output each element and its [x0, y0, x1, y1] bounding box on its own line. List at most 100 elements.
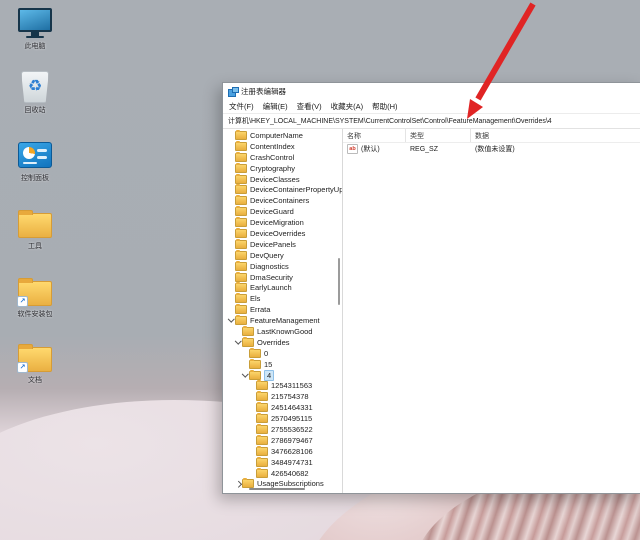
tree-item[interactable]: FeatureManagement	[223, 315, 342, 326]
tree-item[interactable]: 0	[223, 347, 342, 359]
tree-item[interactable]: 2570495115	[223, 413, 342, 424]
list-header: 名称 类型 数据	[343, 129, 640, 143]
tree-vertical-scrollbar[interactable]	[338, 258, 340, 305]
chevron-expanded-icon[interactable]	[234, 337, 242, 345]
desktop-icon-label: 工具	[28, 243, 42, 250]
folder-icon	[256, 402, 268, 413]
tree-item-label: CrashControl	[250, 152, 295, 162]
column-header-data[interactable]: 数据	[471, 129, 640, 142]
tree-item[interactable]: 4	[223, 369, 342, 381]
tree-item[interactable]: Cryptography	[223, 162, 342, 174]
folder-icon	[235, 151, 247, 162]
desktop-icon-label: 文档	[28, 377, 42, 384]
column-header-name[interactable]: 名称	[343, 129, 406, 142]
folder-icon	[256, 423, 268, 434]
column-header-type[interactable]: 类型	[406, 129, 471, 142]
chevron-expanded-icon[interactable]	[241, 370, 249, 378]
folder-shortcut-icon: ↗	[16, 340, 54, 374]
tree-item-label: 3476628106	[271, 446, 313, 456]
folder-icon	[235, 206, 247, 217]
folder-icon	[235, 129, 247, 140]
tree-item[interactable]: CrashControl	[223, 151, 342, 163]
tree-horizontal-scrollbar[interactable]	[249, 488, 305, 490]
menu-edit[interactable]: 编辑(E)	[263, 101, 288, 112]
tree-item[interactable]: 15	[223, 358, 342, 370]
menu-file[interactable]: 文件(F)	[229, 101, 254, 112]
title-bar[interactable]: 注册表编辑器	[223, 83, 640, 99]
desktop-icon-control-panel[interactable]: 控制面板	[4, 138, 66, 183]
folder-icon	[256, 380, 268, 391]
desktop-icon-this-pc[interactable]: 此电脑	[4, 6, 66, 51]
menu-favorites[interactable]: 收藏夹(A)	[331, 101, 364, 112]
tree-item-label: 1254311563	[271, 381, 313, 391]
tree-item-label: 0	[264, 348, 269, 358]
tree-item-label: ContentIndex	[250, 141, 295, 151]
tree-item[interactable]: 3476628106	[223, 445, 342, 457]
folder-icon	[235, 260, 247, 271]
tree-item[interactable]: 2451464331	[223, 402, 342, 413]
value-data: (数值未设置)	[475, 146, 515, 153]
tree-item[interactable]: DeviceContainers	[223, 195, 342, 206]
menu-help[interactable]: 帮助(H)	[372, 101, 397, 112]
folder-icon	[256, 391, 268, 402]
folder-icon	[256, 413, 268, 424]
chevron-collapsed-icon[interactable]	[234, 480, 242, 488]
tree-item[interactable]: ComputerName	[223, 129, 342, 141]
desktop-icon-recycle-bin[interactable]: ♻ 回收站	[4, 70, 66, 115]
tree-item[interactable]: Errata	[223, 304, 342, 315]
desktop-icon-label: 软件安装包	[17, 311, 53, 318]
tree-item[interactable]: 215754378	[223, 391, 342, 402]
tree-item-label: 15	[264, 359, 273, 369]
menu-view[interactable]: 查看(V)	[297, 101, 322, 112]
tree-item[interactable]: DmaSecurity	[223, 271, 342, 283]
tree-item[interactable]: Els	[223, 293, 342, 304]
folder-icon	[235, 238, 247, 249]
folder-icon	[256, 434, 268, 445]
address-bar[interactable]: 计算机\HKEY_LOCAL_MACHINE\SYSTEM\CurrentCon…	[223, 114, 640, 129]
tree-item[interactable]: 3484974731	[223, 456, 342, 468]
folder-icon	[235, 217, 247, 228]
folder-icon	[235, 304, 247, 315]
value-row[interactable]: ab (默认) REG_SZ (数值未设置)	[343, 143, 640, 155]
tree-item[interactable]: Overrides	[223, 336, 342, 348]
tree-item[interactable]: DeviceClasses	[223, 173, 342, 185]
tree-item[interactable]: Diagnostics	[223, 260, 342, 272]
desktop-icon-folder-shortcut-1[interactable]: ↗ 软件安装包	[4, 274, 66, 319]
folder-icon	[256, 456, 268, 467]
tree-item[interactable]: ContentIndex	[223, 140, 342, 152]
tree-item-label: DeviceClasses	[250, 174, 300, 184]
folder-icon	[235, 162, 247, 173]
desktop-icon-folder-shortcut-2[interactable]: ↗ 文档	[4, 340, 66, 385]
tree-item[interactable]: 426540682	[223, 467, 342, 479]
tree-item[interactable]: 2786979467	[223, 434, 342, 446]
tree-item-label: Diagnostics	[250, 261, 289, 271]
tree-item[interactable]: DeviceGuard	[223, 206, 342, 217]
tree-item[interactable]: LastKnownGood	[223, 325, 342, 337]
folder-icon	[235, 282, 247, 293]
folder-icon	[242, 325, 254, 336]
tree-item[interactable]: 2755536522	[223, 423, 342, 435]
tree-item[interactable]: DeviceOverrides	[223, 227, 342, 239]
tree-item-label: DeviceOverrides	[250, 228, 306, 238]
chevron-expanded-icon[interactable]	[227, 315, 235, 323]
tree-item[interactable]: DeviceContainerPropertyUpda	[223, 184, 342, 195]
value-type: REG_SZ	[410, 145, 439, 153]
tree-item-label: 2451464331	[271, 403, 313, 413]
desktop-icon-folder[interactable]: 工具	[4, 206, 66, 251]
folder-icon	[235, 184, 247, 195]
tree-item-label: DeviceContainerPropertyUpda	[250, 185, 343, 195]
tree-item[interactable]: DeviceMigration	[223, 217, 342, 228]
tree-item[interactable]: DevicePanels	[223, 238, 342, 250]
menu-bar: 文件(F) 编辑(E) 查看(V) 收藏夹(A) 帮助(H)	[223, 99, 640, 114]
tree-item[interactable]: DevQuery	[223, 249, 342, 261]
tree-item[interactable]: 1254311563	[223, 380, 342, 391]
value-list: 名称 类型 数据 ab (默认) REG_SZ (数值未设置)	[343, 129, 640, 493]
desktop-icon-label: 回收站	[24, 107, 46, 114]
tree-item-label: 215754378	[271, 392, 309, 402]
tree-item[interactable]: EarlyLaunch	[223, 282, 342, 293]
tree-item-label: DmaSecurity	[250, 272, 293, 282]
tree-item-label: 2570495115	[271, 414, 313, 424]
folder-icon	[16, 206, 54, 240]
registry-path: 计算机\HKEY_LOCAL_MACHINE\SYSTEM\CurrentCon…	[228, 118, 552, 125]
tree-item-label: LastKnownGood	[257, 326, 313, 336]
